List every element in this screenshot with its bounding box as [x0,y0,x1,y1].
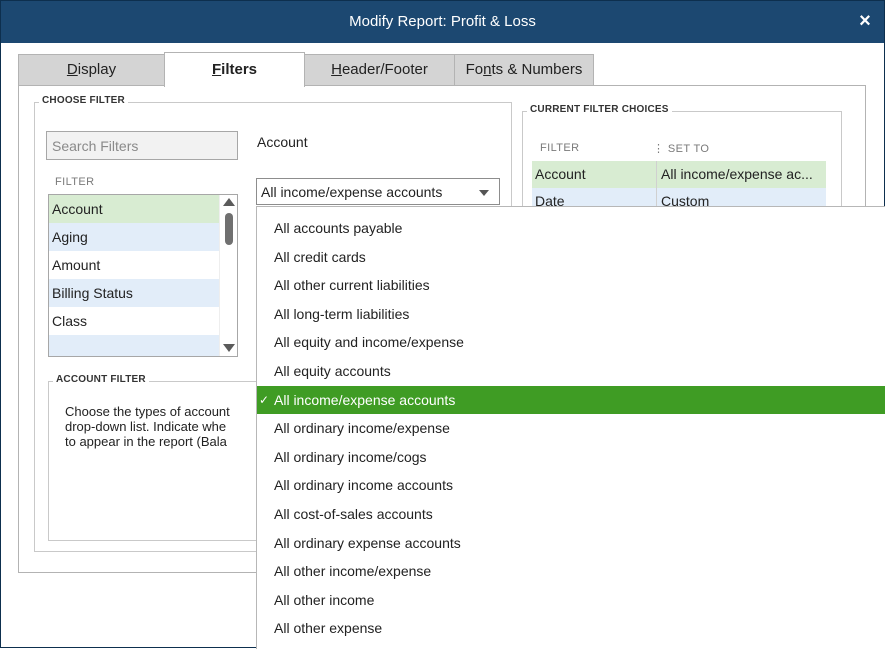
tab-filters[interactable]: Filters [164,52,305,87]
current-filter-name: Account [532,161,657,188]
dropdown-option[interactable]: All cost-of-sales accounts [257,500,885,528]
dropdown-option[interactable]: ✓ All income/expense accounts [257,385,885,414]
help-line: drop-down list. Indicate whe [65,419,227,434]
current-filter-value: All income/expense ac... [661,166,813,182]
dropdown-option[interactable]: All ordinary income/expense [257,414,885,442]
help-line: to appear in the report (Bala [65,434,227,449]
scroll-down-icon[interactable] [223,344,235,352]
choose-filter-title: CHOOSE FILTER [39,95,128,106]
account-filter-title: ACCOUNT FILTER [53,374,149,385]
scroll-up-icon[interactable] [223,198,235,206]
account-dropdown-list[interactable]: All accounts payable All credit cards All … [256,206,885,649]
account-filter-help: Choose the types of account drop-down li… [65,404,255,449]
tab-display[interactable]: Display [18,54,165,85]
current-filter-row[interactable]: Account All income/expense ac... [532,161,826,188]
close-icon[interactable]: × [854,10,876,32]
current-set-to-header: ⋮ SET TO [653,143,710,155]
help-line: Choose the types of account [65,404,230,419]
set-to-header-label: SET TO [667,143,710,155]
dropdown-option[interactable]: All credit cards [257,243,885,271]
filter-list[interactable]: Account Aging Amount Billing Status Class [48,194,238,357]
dropdown-option[interactable]: All ordinary expense accounts [257,529,885,557]
tab-fonts-numbers[interactable]: Fonts & Numbers [454,54,594,85]
tab-header-footer[interactable]: Header/Footer [304,54,455,85]
dropdown-option[interactable]: All equity and income/expense [257,328,885,356]
dialog-title: Modify Report: Profit & Loss [349,13,536,30]
account-label: Account [257,134,308,150]
filter-list-item[interactable]: Class [49,307,221,335]
modify-report-dialog: Modify Report: Profit & Loss × Display F… [0,0,885,649]
filter-list-scrollbar[interactable] [219,195,237,356]
account-select[interactable]: All income/expense accounts [256,178,500,205]
dropdown-option[interactable]: All other income/expense [257,557,885,585]
dropdown-option[interactable]: All other income [257,586,885,614]
filter-column-header: FILTER [55,176,95,188]
filter-list-item[interactable] [49,335,221,356]
filter-list-item[interactable]: Billing Status [49,279,221,307]
dropdown-option[interactable]: All equity accounts [257,357,885,385]
current-filter-header: FILTER [540,142,580,154]
filter-list-item[interactable]: Aging [49,223,221,251]
dropdown-option[interactable]: All other current liabilities [257,271,885,299]
title-bar[interactable]: Modify Report: Profit & Loss × [1,1,884,43]
dropdown-option[interactable]: All bank, a/r, a/p, c/f [257,643,885,649]
dropdown-option[interactable]: All ordinary income/cogs [257,443,885,471]
filter-list-item[interactable]: Amount [49,251,221,279]
account-select-value: All income/expense accounts [261,184,443,200]
current-filter-choices-title: CURRENT FILTER CHOICES [527,104,672,115]
scroll-thumb[interactable] [225,213,233,245]
filter-list-item[interactable]: Account [49,195,221,223]
dropdown-option[interactable]: All long-term liabilities [257,300,885,328]
dropdown-option[interactable]: All other expense [257,614,885,642]
check-icon: ✓ [259,392,270,407]
dropdown-option[interactable]: All ordinary income accounts [257,471,885,499]
chevron-down-icon[interactable] [479,190,489,196]
search-filters-input[interactable]: Search Filters [46,131,238,160]
dropdown-option[interactable]: All accounts payable [257,214,885,242]
